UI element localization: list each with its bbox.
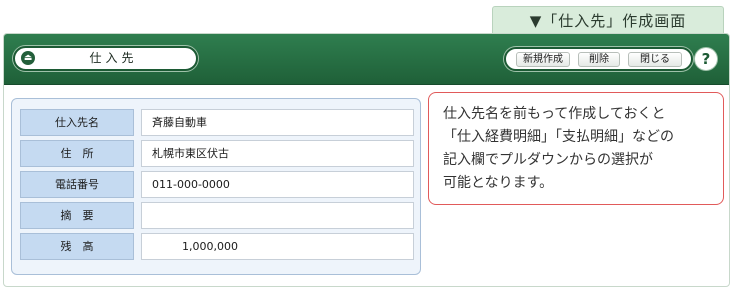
window-title: 仕入先 [89,51,138,65]
form-row-address: 住 所 札幌市東区伏古 [20,140,414,168]
form-row-balance: 残 高 1,000,000 [20,233,414,261]
window-title-pill: ⏏ 仕入先 [13,46,198,71]
explanation-note: 仕入先名を前もって作成しておくと 「仕入経費明細」「支払明細」などの 記入欄でプ… [428,92,724,205]
help-icon[interactable]: ? [695,48,717,70]
eject-icon[interactable]: ⏏ [21,51,35,65]
toolbar-button-group: 新規作成 削除 閉じる [504,47,693,71]
delete-button[interactable]: 削除 [578,52,620,67]
note-line: 「仕入経費明細」「支払明細」などの [443,129,674,145]
title-bar: ⏏ 仕入先 新規作成 削除 閉じる ? [4,34,729,85]
note-line: 記入欄でプルダウンからの選択が [443,152,653,168]
note-line: 可能となります。 [443,175,554,191]
note-line: 仕入先名を前もって作成しておくと [443,106,666,122]
section-tab: ▼「仕入先」作成画面 [492,6,724,33]
supplier-form: 仕入先名 斉藤自動車 住 所 札幌市東区伏古 電話番号 011-000-0000… [11,98,421,275]
form-row-memo: 摘 要 [20,202,414,230]
form-row-phone: 電話番号 011-000-0000 [20,171,414,199]
field-label: 摘 要 [20,202,134,229]
field-label: 住 所 [20,140,134,167]
field-label: 仕入先名 [20,109,134,136]
new-button[interactable]: 新規作成 [516,52,570,67]
memo-field[interactable] [141,202,414,229]
balance-field[interactable]: 1,000,000 [141,233,414,260]
address-field[interactable]: 札幌市東区伏古 [141,140,414,167]
form-row-name: 仕入先名 斉藤自動車 [20,109,414,137]
field-label: 残 高 [20,233,134,260]
close-button[interactable]: 閉じる [628,52,682,67]
field-label: 電話番号 [20,171,134,198]
phone-field[interactable]: 011-000-0000 [141,171,414,198]
supplier-name-field[interactable]: 斉藤自動車 [141,109,414,136]
